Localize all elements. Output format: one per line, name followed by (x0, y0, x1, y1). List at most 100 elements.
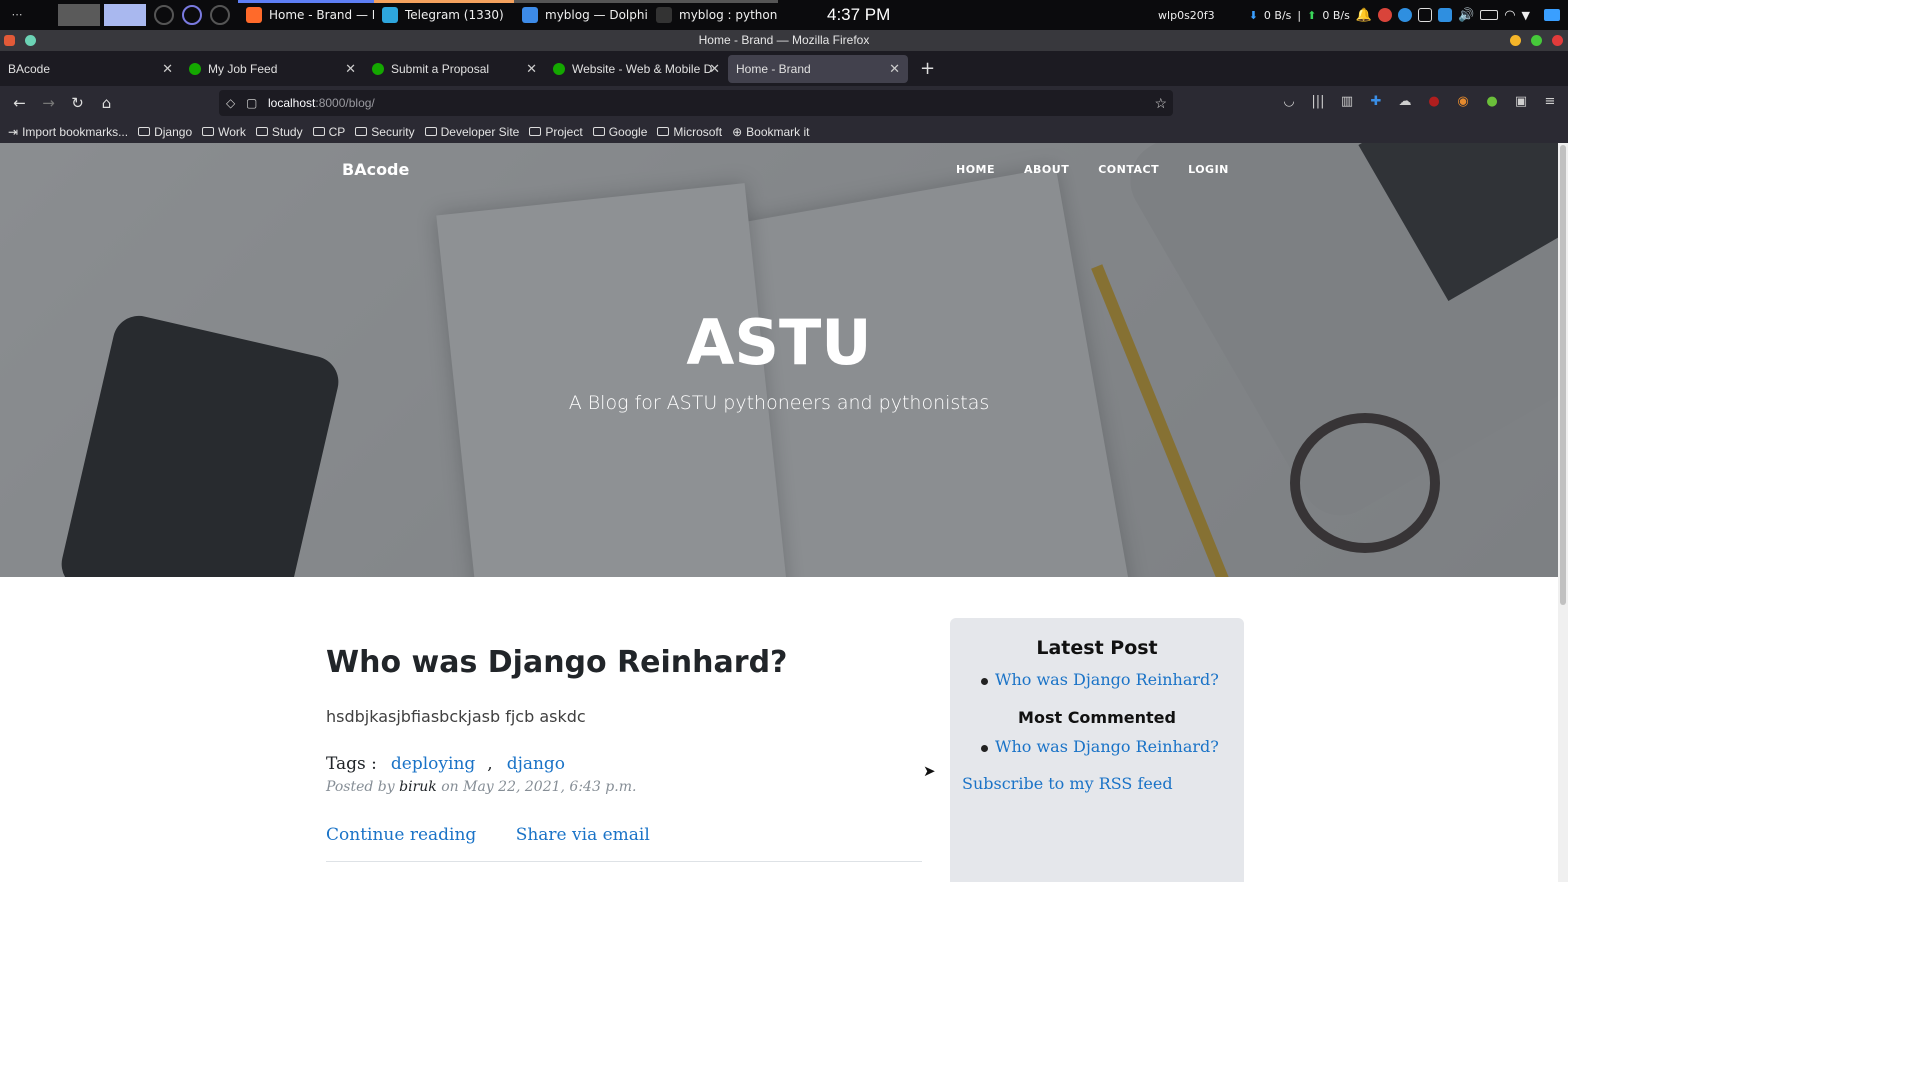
new-tab-button[interactable]: + (920, 58, 935, 79)
bookmark-label: Bookmark it (746, 124, 810, 139)
scrollbar-thumb[interactable] (1560, 145, 1566, 605)
bookmark-item[interactable]: Security (355, 125, 415, 139)
task-indicator (648, 0, 778, 3)
post-excerpt: hsdbjkasjbfiasbckjasb fjcb askdc (326, 707, 586, 726)
workspace-ring-icon[interactable] (182, 5, 202, 25)
taskbar-item[interactable]: Telegram (1330) (374, 0, 514, 30)
bookmark-label: CP (328, 124, 346, 139)
post-title[interactable]: Who was Django Reinhard? (326, 645, 787, 680)
browser-tab[interactable]: BAcode ✕ (0, 51, 181, 86)
pocket-icon[interactable]: ◡ (1279, 92, 1299, 112)
sidebar-icon[interactable]: ▥ (1337, 92, 1357, 112)
task-indicator (374, 0, 514, 3)
workspace-2[interactable] (104, 4, 146, 26)
page-info-icon[interactable]: ▢ (246, 96, 260, 110)
continue-reading-link[interactable]: Continue reading (326, 825, 476, 845)
forward-button[interactable]: → (34, 89, 63, 117)
taskbar-item[interactable]: myblog : python — (648, 0, 778, 30)
app-icon (382, 7, 398, 23)
apple-icon[interactable] (34, 6, 52, 24)
system-top-bar: ⋯ Home - Brand — Mo... Telegram (1330) myb… (0, 0, 1568, 30)
folder-icon (255, 127, 268, 136)
back-button[interactable]: ← (5, 89, 34, 117)
reload-button[interactable]: ↻ (63, 89, 92, 117)
most-commented-heading: Most Commented (1018, 708, 1176, 727)
rss-feed-link[interactable]: Subscribe to my RSS feed (962, 774, 1173, 793)
extension-icon[interactable]: ✚ (1366, 92, 1386, 112)
close-tab-icon[interactable]: ✕ (345, 61, 356, 77)
launcher-icon[interactable]: ⋯ (8, 6, 26, 24)
library-icon[interactable]: ||| (1308, 92, 1328, 112)
tray-app-icon[interactable] (1378, 8, 1392, 22)
browser-tab[interactable]: Website - Web & Mobile D ✕ (545, 51, 728, 86)
close-tab-icon[interactable]: ✕ (709, 61, 720, 77)
chevron-down-icon[interactable]: ▼ (1522, 9, 1530, 22)
extension-icon[interactable]: ▣ (1511, 92, 1531, 112)
browser-tab[interactable]: Submit a Proposal ✕ (364, 51, 545, 86)
bookmark-item[interactable]: Developer Site (424, 125, 519, 139)
bookmark-label: Microsoft (673, 124, 723, 139)
minimize-button[interactable] (1510, 35, 1521, 46)
browser-tab[interactable]: My Job Feed ✕ (181, 51, 364, 86)
hamburger-menu-icon[interactable]: ≡ (1540, 92, 1560, 112)
close-tab-icon[interactable]: ✕ (889, 61, 900, 77)
wifi-icon[interactable]: ◠ (1504, 8, 1515, 23)
url-bar[interactable]: ◇ ▢ localhost:8000/blog/ ☆ (219, 90, 1173, 116)
bookmark-item[interactable]: ⇥ Import bookmarks... (8, 125, 128, 139)
nav-login[interactable]: LOGIN (1188, 163, 1229, 176)
bookmark-item[interactable]: Project (529, 125, 583, 139)
latest-post-link[interactable]: Who was Django Reinhard? (981, 670, 1219, 689)
hero-subtitle: A Blog for ASTU pythoneers and pythonist… (568, 392, 990, 414)
volume-icon[interactable]: 🔊 (1458, 8, 1474, 23)
most-commented-link[interactable]: Who was Django Reinhard? (981, 737, 1219, 756)
close-window-button[interactable] (1552, 35, 1563, 46)
task-label: Home - Brand — Mo... (269, 8, 374, 22)
folder-icon[interactable] (1544, 9, 1560, 21)
taskbar-item[interactable]: myblog — Dolphin (514, 0, 648, 30)
clock[interactable]: 4:37 PM (827, 0, 890, 30)
post-divider (326, 861, 922, 862)
bookmark-item[interactable]: Google (592, 125, 647, 139)
close-tab-icon[interactable]: ✕ (526, 61, 537, 77)
pin-icon[interactable] (25, 35, 36, 46)
nav-home[interactable]: HOME (956, 163, 995, 176)
workspace-ring-icon[interactable] (154, 5, 174, 25)
maximize-button[interactable] (1531, 35, 1542, 46)
bookmark-item[interactable]: ⊕ Bookmark it (732, 125, 809, 139)
browser-tab[interactable]: Home - Brand ✕ (728, 54, 908, 83)
battery-icon[interactable] (1480, 10, 1499, 20)
home-button[interactable]: ⌂ (92, 89, 121, 117)
site-nav: HOME ABOUT CONTACT LOGIN (956, 163, 1258, 176)
workspace-ring-icon[interactable] (210, 5, 230, 25)
close-tab-icon[interactable]: ✕ (162, 61, 173, 77)
tag-link[interactable]: deploying (391, 754, 475, 774)
clipboard-icon[interactable] (1418, 8, 1432, 22)
extension-icon[interactable]: ● (1482, 92, 1502, 112)
ublock-icon[interactable]: ● (1424, 92, 1444, 112)
workspace-1[interactable] (58, 4, 100, 26)
nav-contact[interactable]: CONTACT (1098, 163, 1159, 176)
taskbar-item[interactable]: Home - Brand — Mo... (238, 0, 374, 30)
task-label: Telegram (1330) (405, 8, 504, 22)
tray-app-icon[interactable] (1438, 8, 1452, 22)
upwork-favicon-icon (372, 62, 384, 75)
post-tags: Tags : deploying, django (326, 754, 565, 774)
bookmark-item[interactable]: Django (138, 125, 192, 139)
navigation-toolbar: ← → ↻ ⌂ ◇ ▢ localhost:8000/blog/ ☆ ◡ |||… (0, 86, 1568, 120)
site-brand[interactable]: BAcode (342, 160, 409, 179)
nav-about[interactable]: ABOUT (1024, 163, 1069, 176)
upwork-favicon-icon (553, 62, 565, 75)
share-via-email-link[interactable]: Share via email (516, 825, 650, 845)
notifications-icon[interactable]: 🔔 (1356, 8, 1372, 23)
bookmark-item[interactable]: CP (312, 124, 346, 139)
extension-icon[interactable]: ☁ (1395, 92, 1415, 112)
bookmark-star-icon[interactable]: ☆ (1154, 95, 1167, 112)
bookmark-item[interactable]: Study (255, 125, 303, 139)
page-scrollbar[interactable] (1558, 143, 1568, 882)
tray-app-icon[interactable] (1398, 8, 1412, 22)
tag-link[interactable]: django (507, 754, 565, 774)
bookmark-item[interactable]: Microsoft (657, 125, 722, 139)
shield-icon[interactable]: ◇ (226, 96, 240, 110)
bookmark-item[interactable]: Work (202, 125, 246, 139)
extension-icon[interactable]: ◉ (1453, 92, 1473, 112)
